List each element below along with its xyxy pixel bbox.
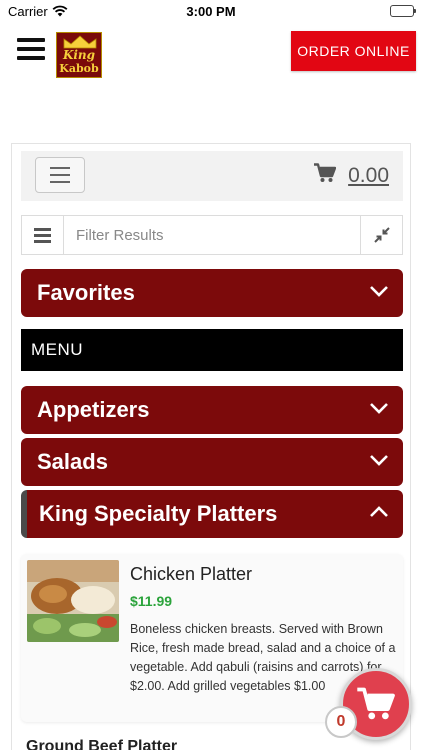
cart-icon [357, 687, 395, 720]
ordering-widget: 0.00 Favorites MENU Appetizers Salads Ki… [11, 143, 411, 750]
chevron-down-icon [370, 455, 388, 466]
crown-icon [63, 35, 97, 49]
order-online-button[interactable]: ORDER ONLINE [291, 31, 416, 71]
category-salads[interactable]: Salads [21, 438, 403, 486]
category-label: Salads [37, 449, 108, 474]
item-photo [27, 560, 119, 642]
navbar-toggle-button[interactable] [35, 157, 85, 193]
category-appetizers[interactable]: Appetizers [21, 386, 403, 434]
category-label: King Specialty Platters [39, 501, 278, 526]
battery-icon [390, 5, 416, 17]
king-kabob-logo[interactable]: King Kabob [56, 32, 102, 78]
cart-navbar: 0.00 [21, 151, 403, 201]
menu-section-header: MENU [21, 329, 403, 371]
list-icon[interactable] [22, 216, 64, 254]
category-label: Favorites [37, 280, 135, 305]
status-bar: Carrier 3:00 PM [0, 0, 422, 24]
cart-total: 0.00 [348, 163, 389, 187]
item-price: $11.99 [130, 593, 173, 609]
site-header: King Kabob ORDER ONLINE [0, 24, 422, 84]
next-item-name-partial[interactable]: Ground Beef Platter [26, 738, 177, 750]
cart-count-badge: 0 [325, 706, 357, 738]
category-king-specialty-platters[interactable]: King Specialty Platters [21, 490, 403, 538]
cart-summary-link[interactable]: 0.00 [314, 163, 389, 188]
cart-icon [314, 163, 337, 188]
logo-text-kabob: Kabob [59, 62, 99, 75]
item-name: Chicken Platter [130, 564, 253, 584]
category-label: Appetizers [37, 397, 150, 422]
clock: 3:00 PM [186, 4, 236, 19]
hamburger-icon[interactable] [17, 38, 45, 60]
compress-icon[interactable] [360, 216, 402, 254]
logo-text-king: King [62, 48, 96, 62]
chevron-up-icon [370, 506, 388, 517]
chevron-down-icon [370, 403, 388, 414]
filter-input[interactable] [64, 216, 360, 254]
chevron-down-icon [370, 286, 388, 297]
filter-bar [21, 215, 403, 255]
category-favorites[interactable]: Favorites [21, 269, 403, 317]
